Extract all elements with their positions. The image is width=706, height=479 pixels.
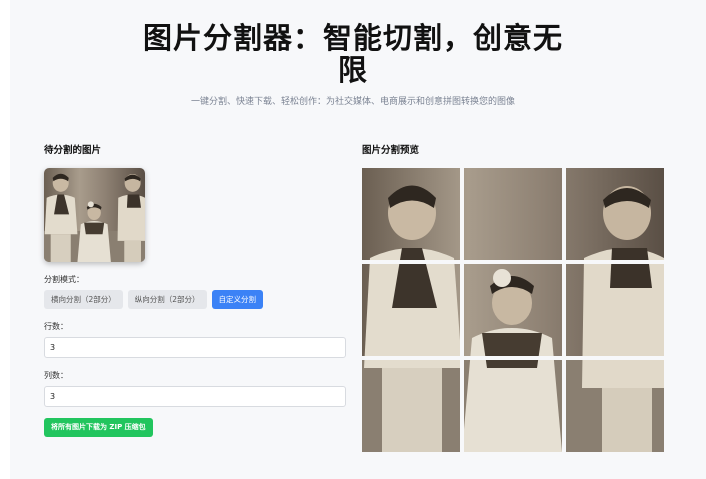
tile-image [362,360,460,452]
rows-input[interactable]: 3 [44,337,346,358]
page-title: 图片分割器：智能切割，创意无限 [142,21,563,87]
preview-tile[interactable] [566,264,664,356]
hero-section: 图片分割器：智能切割，创意无限 一键分割、快速下载、轻松创作：为社交媒体、电商展… [0,22,706,107]
cols-input[interactable]: 3 [44,386,346,407]
preview-title: 图片分割预览 [362,145,420,156]
download-zip-button[interactable]: 将所有图片下载为 ZIP 压缩包 [44,418,153,437]
horizontal-split-button[interactable]: 横向分割（2部分） [44,290,123,309]
custom-split-button[interactable]: 自定义分割 [211,290,264,309]
preview-tile[interactable] [464,168,562,260]
source-panel: 待分割的图片 分割模式： 横向分割（2部分） 纵向分割（2部分） 自定义分割 行… [44,144,346,437]
preview-tile[interactable] [566,360,664,452]
tile-image [464,168,562,260]
tile-image [566,264,664,356]
preview-panel: 图片分割预览 [362,144,664,452]
tile-image [362,264,460,356]
tile-image [566,168,664,260]
source-image-thumbnail[interactable] [44,168,145,262]
tile-image [566,360,664,452]
source-photo [44,168,145,262]
preview-tile[interactable] [566,168,664,260]
split-preview-grid [362,168,664,452]
source-image-title: 待分割的图片 [44,145,102,156]
cols-label: 列数： [44,371,68,380]
preview-tile[interactable] [362,360,460,452]
split-mode-options: 横向分割（2部分） 纵向分割（2部分） 自定义分割 [44,290,346,309]
preview-tile[interactable] [464,360,562,452]
preview-tile[interactable] [464,264,562,356]
tile-image [464,264,562,356]
preview-tile[interactable] [362,264,460,356]
tile-image [464,360,562,452]
vertical-split-button[interactable]: 纵向分割（2部分） [127,290,207,309]
split-mode-label: 分割模式： [44,275,84,284]
preview-tile[interactable] [362,168,460,260]
tile-image [362,168,460,260]
rows-label: 行数： [44,322,68,331]
page-subtitle: 一键分割、快速下载、轻松创作：为社交媒体、电商展示和创意拼图转换您的图像 [190,97,515,107]
